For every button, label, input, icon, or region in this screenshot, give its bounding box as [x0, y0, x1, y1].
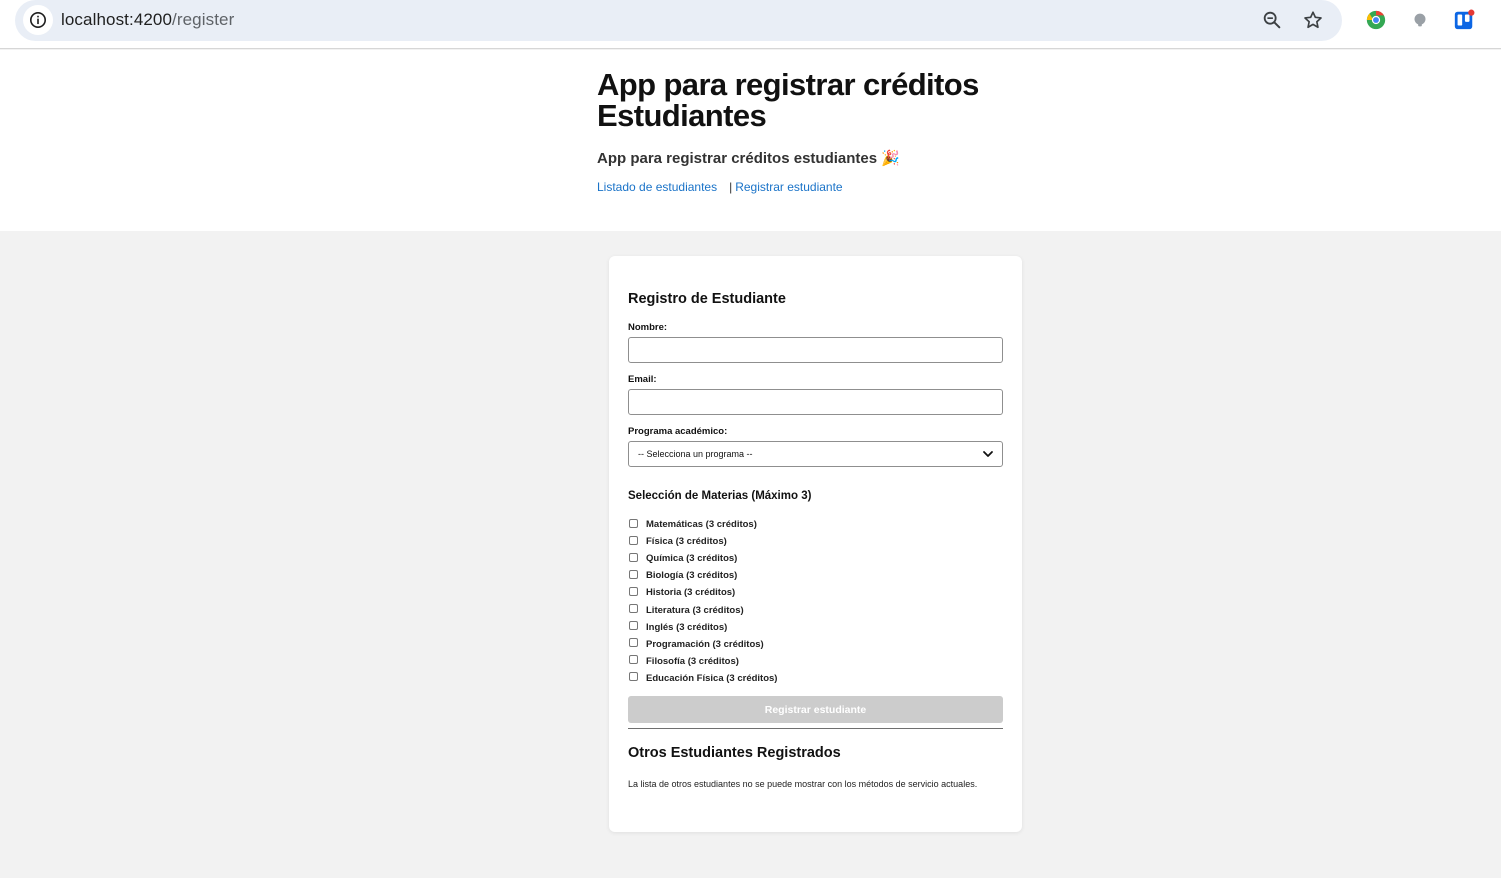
- subject-label: Literatura (3 créditos): [646, 604, 744, 616]
- program-select[interactable]: -- Selecciona un programa --: [628, 441, 1003, 467]
- subject-item[interactable]: Filosofía (3 créditos): [629, 653, 989, 670]
- subject-label: Programación (3 créditos): [646, 638, 764, 650]
- subject-label: Educación Física (3 créditos): [646, 672, 778, 684]
- url-path: /register: [172, 10, 235, 29]
- subject-list: Matemáticas (3 créditos) Física (3 crédi…: [629, 516, 989, 687]
- extension-gray-icon[interactable]: [1409, 9, 1431, 31]
- subjects-title: Selección de Materias (Máximo 3): [628, 490, 812, 502]
- subject-checkbox[interactable]: [629, 672, 638, 682]
- subject-item[interactable]: Química (3 créditos): [629, 550, 989, 567]
- form-title: Registro de Estudiante: [628, 291, 786, 307]
- subject-item[interactable]: Educación Física (3 créditos): [629, 670, 989, 687]
- nav-link-register-student[interactable]: Registrar estudiante: [735, 180, 842, 194]
- browser-toolbar: localhost:4200/register: [0, 0, 1501, 49]
- subject-checkbox[interactable]: [629, 655, 638, 665]
- subject-item[interactable]: Biología (3 créditos): [629, 567, 989, 584]
- subject-item[interactable]: Programación (3 créditos): [629, 636, 989, 653]
- page-header: App para registrar créditos Estudiantes …: [0, 50, 1501, 231]
- subject-item[interactable]: Literatura (3 créditos): [629, 601, 989, 618]
- subject-label: Física (3 créditos): [646, 536, 727, 548]
- bookmark-star-icon[interactable]: [1302, 9, 1324, 31]
- others-title: Otros Estudiantes Registrados: [628, 745, 841, 761]
- program-label: Programa académico:: [628, 426, 728, 437]
- subject-label: Matemáticas (3 créditos): [646, 519, 757, 531]
- email-input[interactable]: [628, 389, 1003, 415]
- subject-item[interactable]: Inglés (3 créditos): [629, 619, 989, 636]
- extension-chrome-icon[interactable]: [1365, 9, 1387, 31]
- subject-checkbox[interactable]: [629, 621, 638, 631]
- subject-item[interactable]: Matemáticas (3 créditos): [629, 516, 989, 533]
- subject-item[interactable]: Historia (3 créditos): [629, 584, 989, 601]
- address-bar[interactable]: localhost:4200/register: [15, 0, 1342, 41]
- info-icon[interactable]: [23, 5, 53, 35]
- subject-checkbox[interactable]: [629, 586, 638, 596]
- name-input[interactable]: [628, 337, 1003, 363]
- subject-checkbox[interactable]: [629, 535, 638, 545]
- url-text[interactable]: localhost:4200/register: [61, 10, 234, 30]
- subject-label: Inglés (3 créditos): [646, 621, 728, 633]
- others-note: La lista de otros estudiantes no se pued…: [628, 779, 978, 789]
- subject-checkbox[interactable]: [629, 552, 638, 562]
- subject-item[interactable]: Física (3 créditos): [629, 533, 989, 550]
- nav-separator: |: [729, 180, 733, 194]
- page-title: App para registrar créditos Estudiantes: [597, 67, 979, 133]
- subject-checkbox[interactable]: [629, 638, 638, 648]
- subject-checkbox[interactable]: [629, 518, 638, 528]
- page-subtitle: App para registrar créditos estudiantes …: [597, 150, 900, 167]
- divider: [628, 728, 1003, 729]
- subject-label: Filosofía (3 créditos): [646, 655, 739, 667]
- main-nav: Listado de estudiantes | Registrar estud…: [597, 180, 1017, 194]
- subject-label: Química (3 créditos): [646, 553, 738, 565]
- zoom-icon[interactable]: [1261, 9, 1283, 31]
- url-host: localhost:4200: [61, 10, 173, 29]
- registration-card: Registro de Estudiante Nombre: Email: Pr…: [609, 256, 1022, 832]
- subject-label: Biología (3 créditos): [646, 570, 738, 582]
- nav-link-student-list[interactable]: Listado de estudiantes: [597, 180, 717, 194]
- email-label: Email:: [628, 374, 657, 385]
- program-selected-value: -- Selecciona un programa --: [638, 449, 753, 459]
- extension-trello-icon[interactable]: [1453, 9, 1475, 31]
- subject-checkbox[interactable]: [629, 569, 638, 579]
- register-student-button[interactable]: Registrar estudiante: [628, 696, 1003, 723]
- name-label: Nombre:: [628, 322, 668, 333]
- subject-label: Historia (3 créditos): [646, 587, 736, 599]
- subject-checkbox[interactable]: [629, 604, 638, 614]
- chevron-down-icon: [983, 451, 993, 457]
